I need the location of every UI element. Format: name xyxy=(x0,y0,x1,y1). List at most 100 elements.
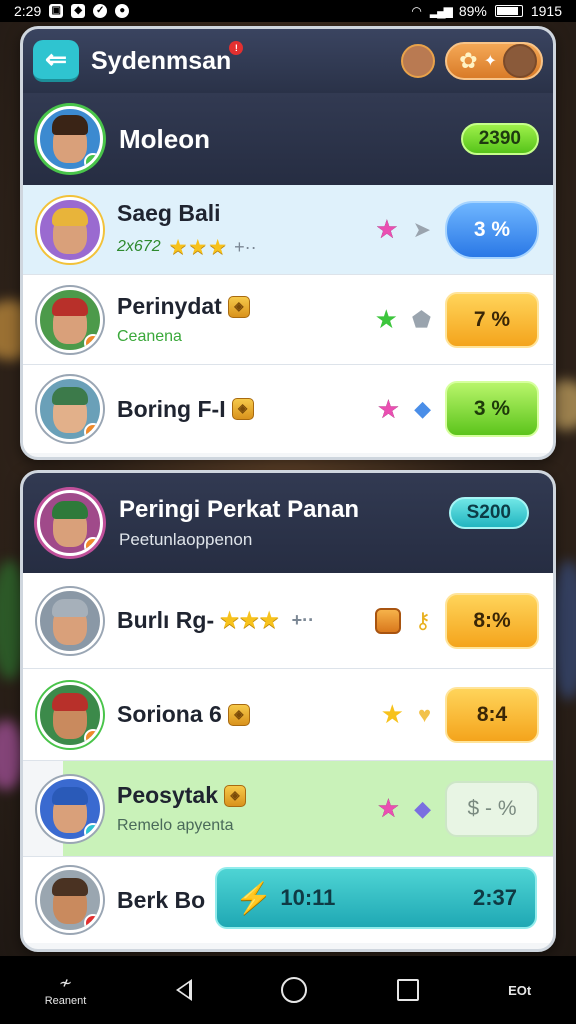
treasure-box-icon xyxy=(374,607,401,634)
crystal-icon: ◆ xyxy=(414,396,431,421)
arrow-left-icon: ⇐ xyxy=(45,44,67,74)
online-badge-icon: ● xyxy=(84,153,100,169)
list-item[interactable]: ★ Perinydat ◈ Ceanena ★ ⬟ 7 % xyxy=(23,275,553,365)
group-title: Peringi Perkat Panan xyxy=(119,496,360,523)
player-name: Perinydat xyxy=(117,293,222,319)
player-name: Saeg Bali xyxy=(117,199,221,226)
avatar: ★ xyxy=(37,681,103,748)
player-subtitle: 2x672 xyxy=(117,238,161,255)
more-icon: +·· xyxy=(234,236,257,257)
score-badge: S200 xyxy=(448,497,529,529)
level-badge-icon: ★ xyxy=(84,423,100,439)
level-badge-icon: ★ xyxy=(84,537,100,553)
percent-badge: 8:% xyxy=(445,592,539,649)
shield-icon: ◆ xyxy=(71,4,86,18)
nav-left-label: Reanent xyxy=(44,995,87,1007)
action-time-left: 10:11 xyxy=(280,885,336,910)
nav-back-button[interactable] xyxy=(175,979,192,1001)
list-item[interactable]: ★ Berk Bo ⚡ 10:11 2:37 xyxy=(23,857,553,943)
level-badge-icon: ★ xyxy=(84,333,100,350)
level-badge-icon: ★ xyxy=(84,728,100,745)
player-name: Moleon xyxy=(119,123,210,154)
status-clock-right: 1915 xyxy=(530,3,562,19)
player-name: Burlı Rg- xyxy=(117,607,215,633)
level-badge-icon: ✓ xyxy=(84,822,100,839)
rating-stars-icon: ★★★ xyxy=(220,609,280,632)
coin-icon: ◈ xyxy=(224,784,247,807)
navigation-bar: ≁ Reanent EOt xyxy=(0,956,576,1024)
player-name: Berk Bo xyxy=(117,886,206,913)
player-name: Soriona 6 xyxy=(117,701,222,727)
gift-icon: ✿ xyxy=(459,48,478,73)
percent-badge: 7 % xyxy=(445,291,539,348)
group-header: ★ Peringi Perkat Panan Peetunlaoppenon S… xyxy=(23,473,553,573)
waveform-icon: ≁ xyxy=(58,975,73,992)
player-header: ● Moleon 2390 xyxy=(23,93,553,185)
title-bar: ⇐ Sydenmsan ! ✿ ✦ xyxy=(23,29,553,93)
avatar: ★ xyxy=(37,867,103,933)
percent-badge: 3 % xyxy=(445,381,539,437)
avatar: ★ xyxy=(37,490,103,556)
pink-star-icon: ★ xyxy=(375,214,399,244)
crystal-icon: ◆ xyxy=(414,795,431,821)
avatar: ★ xyxy=(37,286,103,353)
friends-button[interactable]: ✿ ✦ xyxy=(445,42,543,80)
checkmark-icon: ✓ xyxy=(93,4,108,18)
status-bar: 2:29 ▣ ◆ ✓ ● ◠ ▂▄▆ 89% 1915 xyxy=(0,0,576,22)
group-subtitle: Peetunlaoppenon xyxy=(119,530,253,549)
percent-badge: $ - % xyxy=(445,780,539,837)
avatar: ✓ xyxy=(37,775,103,842)
nav-recents-button[interactable] xyxy=(396,979,419,1001)
list-item[interactable]: ✓ Peosytak ◈ Remelo apyenta ★ ◆ $ - % xyxy=(23,761,553,857)
back-triangle-icon xyxy=(175,979,192,1001)
back-button[interactable]: ⇐ xyxy=(33,40,79,82)
level-badge-icon: ★ xyxy=(84,914,100,930)
signal-icon: ▂▄▆ xyxy=(429,4,453,18)
nav-recents-labeled[interactable]: ≁ Reanent xyxy=(45,973,87,1007)
percent-badge: 3 % xyxy=(445,200,539,259)
avatar xyxy=(37,587,103,654)
recents-square-icon xyxy=(396,979,419,1001)
key-icon: ⚷ xyxy=(414,607,431,633)
nav-right-button[interactable]: EOt xyxy=(508,983,531,998)
sparkle-icon: ✦ xyxy=(483,53,497,70)
more-icon: +·· xyxy=(291,610,315,630)
rating-stars-icon: ★★★ xyxy=(168,235,229,259)
app-title-text: Sydenmsan xyxy=(91,46,232,75)
player-name: Peosytak xyxy=(117,782,219,808)
score-badge: 2390 xyxy=(460,123,539,155)
list-item[interactable]: ★ Boring F-I ◈ ★ ◆ 3 % xyxy=(23,365,553,453)
nav-home-button[interactable] xyxy=(281,977,308,1003)
dot-icon: ● xyxy=(115,4,130,18)
avatar: ● xyxy=(37,106,103,172)
avatar xyxy=(37,196,103,263)
percent-badge: 8:4 xyxy=(445,686,539,743)
pin-icon: ➤ xyxy=(412,216,431,242)
leaderboard-panel-bottom: ★ Peringi Perkat Panan Peetunlaoppenon S… xyxy=(20,470,556,952)
green-star-icon: ★ xyxy=(374,304,398,334)
avatar: ★ xyxy=(37,376,103,442)
notification-badge: ! xyxy=(229,40,244,55)
friend-avatar xyxy=(503,44,537,78)
shield-icon: ⬟ xyxy=(411,306,431,332)
nav-right-label: EOt xyxy=(508,982,532,998)
play-action-button[interactable]: ⚡ 10:11 2:37 xyxy=(215,867,537,929)
action-time-right: 2:37 xyxy=(472,885,517,910)
list-item[interactable]: Burlı Rg- ★★★ +·· ⚷ 8:% xyxy=(23,573,553,669)
list-item[interactable]: Saeg Bali 2x672 ★★★ +·· ★ ➤ 3 % xyxy=(23,185,553,275)
coin-icon: ◈ xyxy=(227,703,250,726)
list-item[interactable]: ★ Soriona 6 ◈ ★ ♥ 8:4 xyxy=(23,669,553,761)
wifi-icon: ◠ xyxy=(411,4,422,18)
home-circle-icon xyxy=(281,977,308,1003)
player-name: Boring F-I xyxy=(117,395,226,422)
battery-icon xyxy=(494,5,523,17)
profile-avatar-button[interactable] xyxy=(401,44,436,78)
gallery-icon: ▣ xyxy=(49,4,64,18)
battery-percent: 89% xyxy=(458,3,487,19)
pink-star-icon: ★ xyxy=(376,393,401,424)
player-subtitle: Ceanena xyxy=(117,328,182,345)
status-time: 2:29 xyxy=(14,3,42,19)
coin-icon: ◈ xyxy=(227,295,250,318)
pink-star-icon: ★ xyxy=(376,793,401,823)
player-subtitle: Remelo apyenta xyxy=(117,817,234,834)
